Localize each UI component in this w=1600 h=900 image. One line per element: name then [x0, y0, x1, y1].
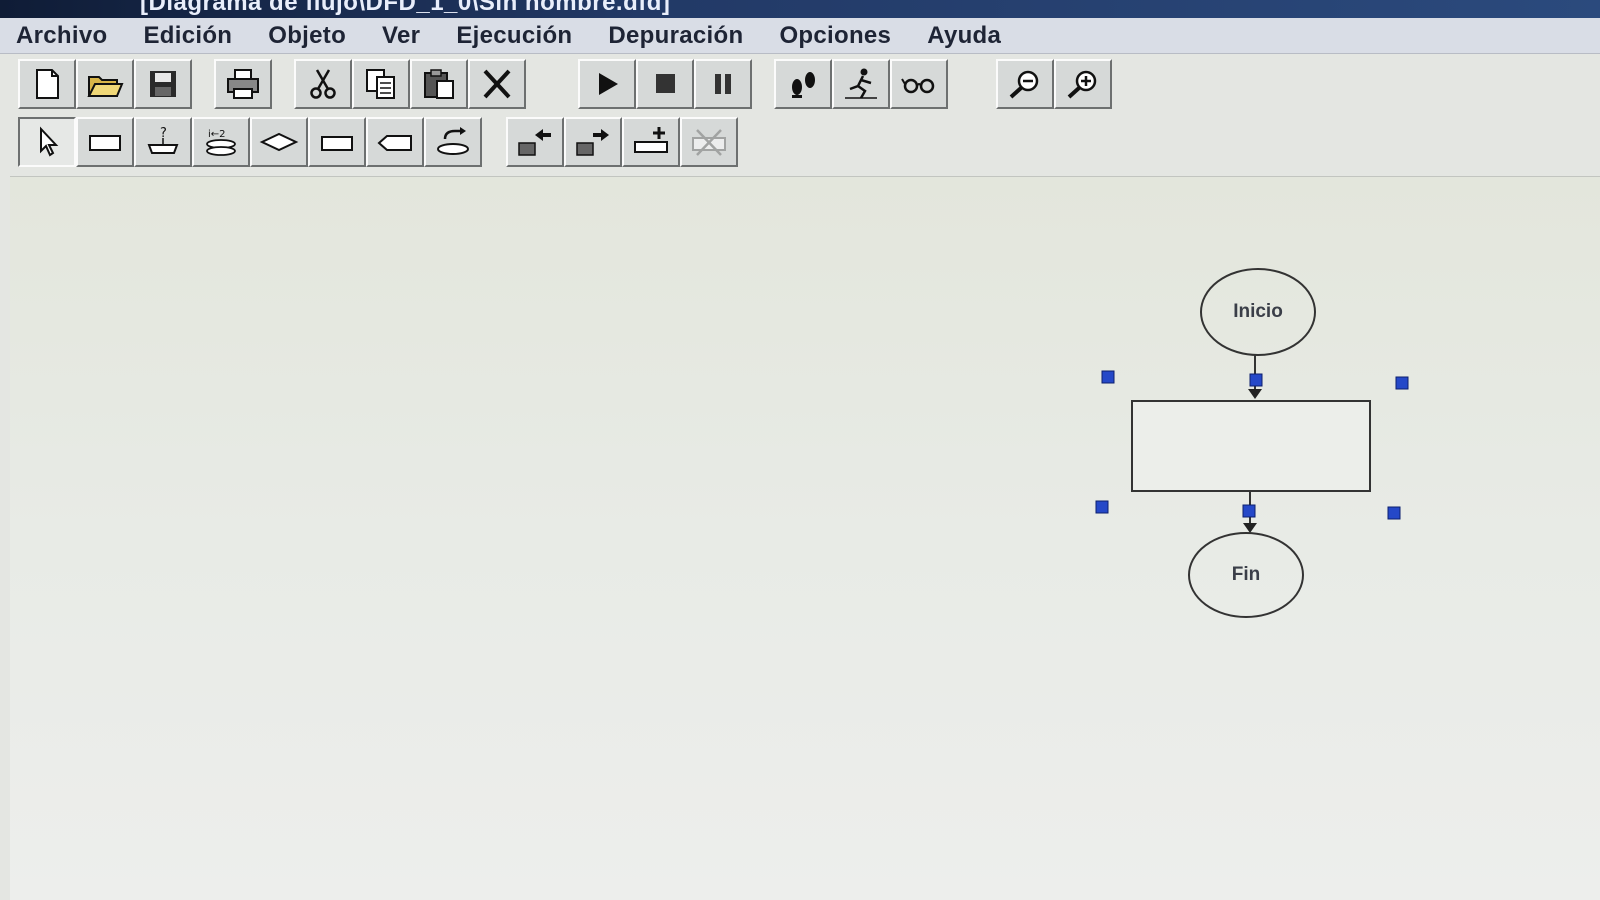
selection-handle-top-left[interactable]	[1101, 370, 1115, 384]
assignment-tool-button[interactable]	[76, 117, 134, 167]
connector-arrow-top	[1248, 389, 1262, 399]
assignment-icon	[89, 135, 121, 151]
call-icon	[377, 135, 412, 151]
main-toolbar	[18, 58, 1134, 110]
open-button[interactable]	[76, 59, 134, 109]
menu-edicion[interactable]: Edición	[143, 22, 232, 50]
process-node[interactable]	[1131, 400, 1371, 492]
run-button[interactable]	[578, 59, 636, 109]
output-tool-button[interactable]	[308, 117, 366, 167]
open-folder-icon	[87, 76, 124, 97]
decision-tool-button[interactable]	[250, 117, 308, 167]
end-node-label: Fin	[1231, 564, 1261, 585]
paste-icon	[424, 69, 454, 99]
selection-handle-top-center[interactable]	[1249, 373, 1263, 387]
save-button[interactable]	[134, 59, 192, 109]
insert-left-icon	[518, 129, 551, 156]
menu-ver[interactable]: Ver	[382, 22, 420, 50]
selection-handle-top-right[interactable]	[1395, 376, 1409, 390]
zoom-in-button[interactable]	[1054, 59, 1112, 109]
cut-button[interactable]	[294, 59, 352, 109]
return-icon	[437, 127, 469, 155]
insert-left-button[interactable]	[506, 117, 564, 167]
for-loop-tool-button[interactable]: i←2	[192, 117, 250, 167]
new-file-icon	[36, 69, 59, 99]
print-tools	[214, 59, 272, 109]
menu-objeto[interactable]: Objeto	[268, 22, 346, 50]
delete-icon	[483, 69, 511, 99]
zoom-tools	[996, 59, 1112, 109]
paste-button[interactable]	[410, 59, 468, 109]
cursor-tool-button[interactable]	[18, 117, 76, 167]
selection-handle-bottom-center[interactable]	[1242, 504, 1256, 518]
insert-right-button[interactable]	[564, 117, 622, 167]
watch-icon	[901, 78, 935, 94]
new-file-button[interactable]	[18, 59, 76, 109]
menu-ejecucion[interactable]: Ejecución	[456, 22, 572, 50]
window-title: [Diagrama de flujo\DFD_1_0\Sin nombre.df…	[140, 0, 671, 16]
insert-right-icon	[576, 129, 609, 156]
edit-tools	[294, 59, 526, 109]
flowchart-canvas[interactable]: Inicio Fin	[10, 176, 1600, 900]
cursor-icon	[40, 126, 59, 157]
stop-icon	[656, 74, 675, 93]
window-title-bar: [Diagrama de flujo\DFD_1_0\Sin nombre.df…	[0, 0, 1600, 18]
output-icon	[321, 136, 353, 151]
insert-parameter-button[interactable]	[622, 117, 680, 167]
delete-button[interactable]	[468, 59, 526, 109]
print-icon	[227, 69, 259, 99]
return-tool-button[interactable]	[424, 117, 482, 167]
flowchart-diagram	[1095, 268, 1409, 618]
print-button[interactable]	[214, 59, 272, 109]
step-button[interactable]	[774, 59, 832, 109]
selection-handle-bottom-left[interactable]	[1095, 500, 1109, 514]
menu-ayuda[interactable]: Ayuda	[927, 22, 1001, 50]
insert-parameter-icon	[634, 127, 668, 153]
run-to-cursor-button[interactable]	[832, 59, 890, 109]
menu-opciones[interactable]: Opciones	[779, 22, 891, 50]
run-icon	[599, 73, 618, 95]
start-node-label: Inicio	[1233, 301, 1283, 322]
svg-text:i←2: i←2	[208, 129, 226, 140]
delete-parameter-icon	[692, 129, 726, 156]
watch-button[interactable]	[890, 59, 948, 109]
menu-archivo[interactable]: Archivo	[16, 22, 107, 50]
objects-toolbar: ? i←2	[18, 116, 760, 168]
menu-depuracion[interactable]: Depuración	[608, 22, 743, 50]
menu-bar: Archivo Edición Objeto Ver Ejecución Dep…	[0, 18, 1600, 54]
parameter-tools	[506, 117, 738, 167]
read-tool-button[interactable]: ?	[134, 117, 192, 167]
object-tools: ? i←2	[18, 117, 482, 167]
connector-arrow-bottom	[1243, 523, 1257, 533]
stop-button[interactable]	[636, 59, 694, 109]
copy-icon	[366, 69, 395, 99]
copy-button[interactable]	[352, 59, 410, 109]
file-tools	[18, 59, 192, 109]
debug-tools	[774, 59, 948, 109]
call-tool-button[interactable]	[366, 117, 424, 167]
execution-tools	[578, 59, 752, 109]
pause-button[interactable]	[694, 59, 752, 109]
read-icon: ?	[147, 126, 179, 154]
decision-icon	[259, 132, 299, 152]
delete-parameter-button[interactable]	[680, 117, 738, 167]
zoom-out-icon	[1009, 70, 1039, 99]
for-loop-icon: i←2	[206, 129, 236, 156]
zoom-in-icon	[1067, 70, 1097, 99]
cut-icon	[310, 69, 336, 99]
save-icon	[150, 71, 176, 97]
selection-handle-bottom-right[interactable]	[1387, 506, 1401, 520]
step-icon	[792, 72, 815, 98]
run-to-cursor-icon	[845, 68, 877, 99]
pause-icon	[715, 74, 731, 94]
zoom-out-button[interactable]	[996, 59, 1054, 109]
